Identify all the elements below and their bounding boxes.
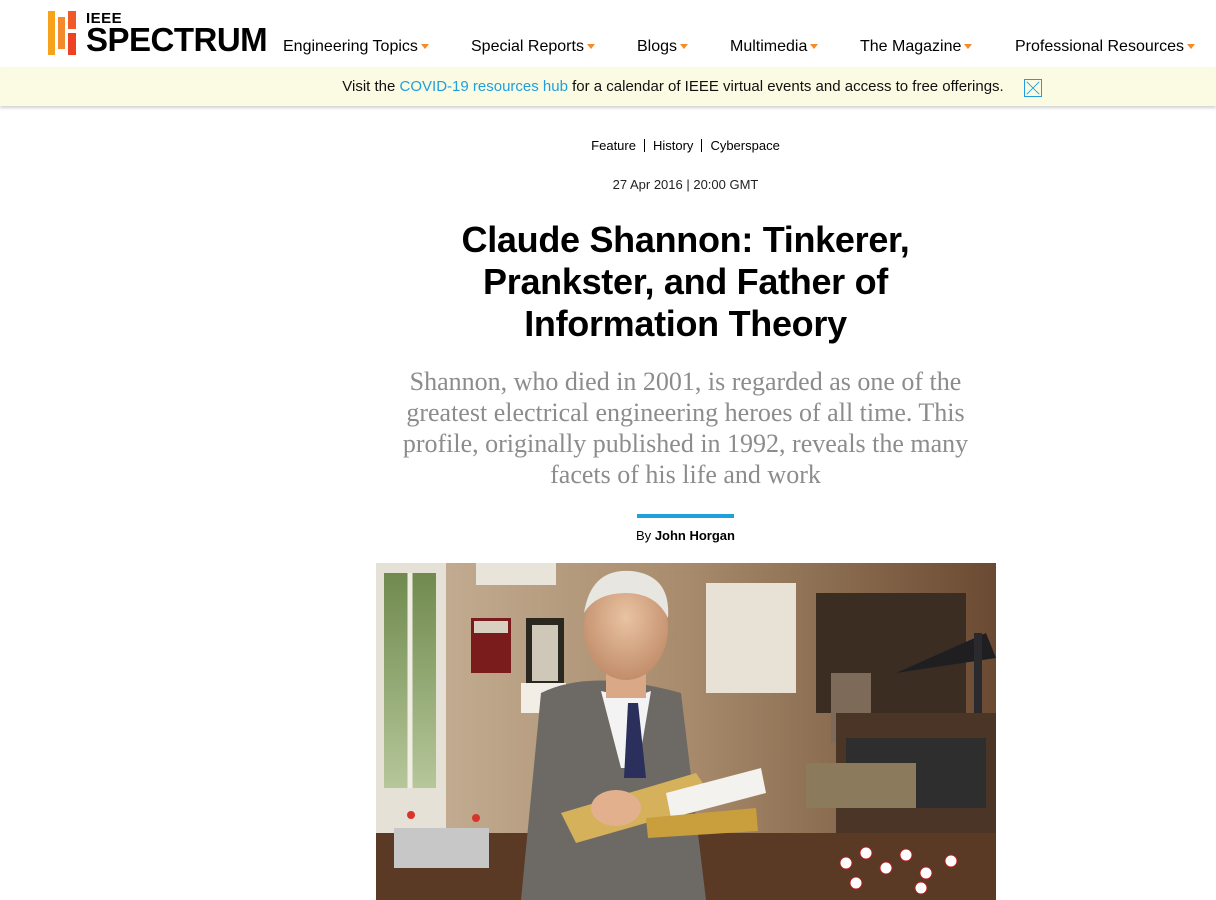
article-title: Claude Shannon: Tinkerer, Prankster, and… <box>461 219 910 344</box>
nav-the-magazine[interactable]: The Magazine <box>860 38 973 56</box>
nav-label: Multimedia <box>730 38 808 55</box>
tag-link[interactable]: History <box>653 138 693 153</box>
author-link[interactable]: John Horgan <box>655 528 735 543</box>
nav-engineering-topics[interactable]: Engineering Topics <box>283 38 429 56</box>
banner-suffix: for a calendar of IEEE virtual events an… <box>567 78 1004 95</box>
article-tags: Feature History Cyberspace <box>375 138 996 153</box>
caret-down-icon <box>680 44 689 49</box>
article-byline: By John Horgan <box>375 528 996 543</box>
nav-professional-resources[interactable]: Professional Resources <box>1015 38 1195 56</box>
nav-special-reports[interactable]: Special Reports <box>471 38 595 56</box>
site-header: IEEE SPECTRUM Engineering Topics Special… <box>0 0 1216 67</box>
article-date: 27 Apr 2016 | 20:00 GMT <box>612 177 759 192</box>
hero-photo-illustration <box>376 563 996 900</box>
article-dek: Shannon, who died in 2001, is regarded a… <box>402 367 969 489</box>
nav-label: Special Reports <box>471 38 584 55</box>
covid-resources-link[interactable]: COVID-19 resources hub <box>400 78 568 95</box>
banner-prefix: Visit the <box>342 78 400 95</box>
caret-down-icon <box>586 44 595 49</box>
nav-label: Blogs <box>637 38 678 55</box>
tag-link[interactable]: Cyberspace <box>710 138 779 153</box>
nav-label: The Magazine <box>860 38 962 55</box>
main-nav: Engineering Topics Special Reports Blogs… <box>0 38 1216 60</box>
close-icon[interactable] <box>1024 79 1042 97</box>
caret-down-icon <box>1186 44 1195 49</box>
covid-banner: Visit the COVID-19 resources hub for a c… <box>0 67 1216 106</box>
nav-multimedia[interactable]: Multimedia <box>730 38 819 56</box>
byline-rule <box>637 514 734 518</box>
tag-divider <box>643 139 645 152</box>
tag-divider <box>701 139 703 152</box>
nav-label: Engineering Topics <box>283 38 418 55</box>
caret-down-icon <box>420 44 429 49</box>
tag-link[interactable]: Feature <box>591 138 636 153</box>
caret-down-icon <box>810 44 819 49</box>
hero-photo <box>376 563 996 900</box>
byline-prefix: By <box>636 528 652 543</box>
nav-blogs[interactable]: Blogs <box>637 38 689 56</box>
nav-label: Professional Resources <box>1015 38 1184 55</box>
caret-down-icon <box>964 44 973 49</box>
